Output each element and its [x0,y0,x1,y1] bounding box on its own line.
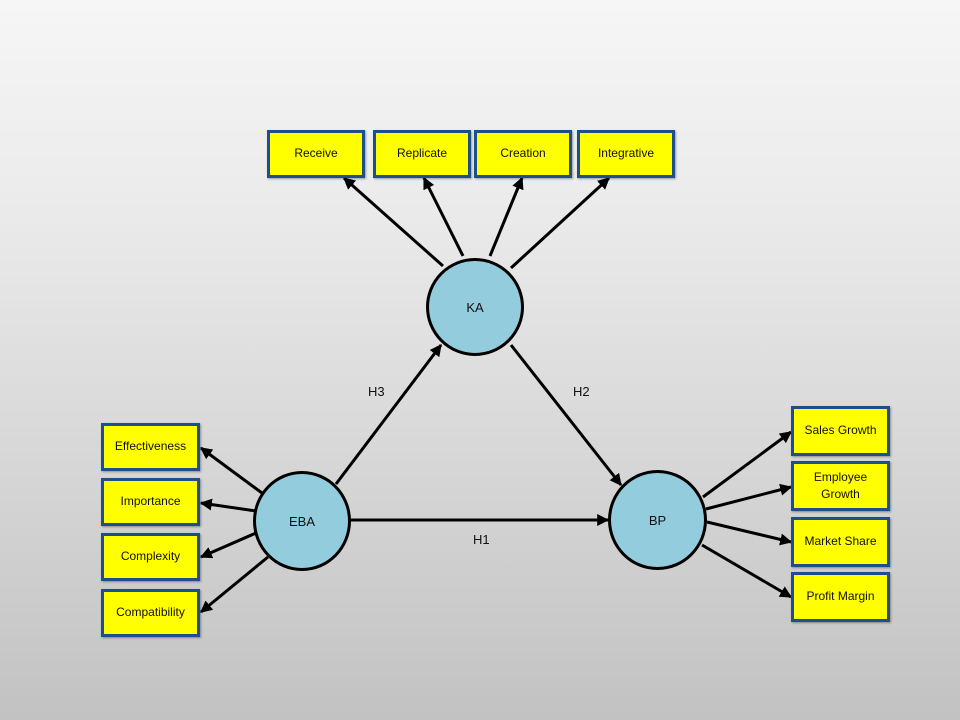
arrow-bp-market-share [706,520,793,546]
arrow-eba-compatibility [200,555,269,614]
indicator-receive: Receive [267,130,365,178]
arrow-ka-receive [343,176,444,268]
indicator-complexity: Complexity [101,533,200,581]
indicator-profit-margin: Profit Margin [791,572,890,622]
arrow-bp-employee-growth [705,483,793,511]
indicator-creation: Creation [474,130,572,178]
indicator-compatibility: Compatibility [101,589,200,637]
construct-bp: BP [608,470,707,570]
arrow-ka-integrative [509,176,611,270]
arrow-eba-effectiveness [200,446,263,495]
indicator-effectiveness: Effectiveness [101,423,200,471]
arrow-eba-complexity [199,531,257,559]
arrow-ka-creation [488,176,524,257]
indicator-market-share: Market Share [791,517,890,567]
arrow-bp-profit-margin [701,543,793,599]
indicator-importance: Importance [101,478,200,526]
indicator-replicate: Replicate [373,130,471,178]
indicator-sales-growth: Sales Growth [791,406,890,456]
arrow-h2-ka-bp [509,344,623,486]
indicator-integrative: Integrative [577,130,675,178]
hypothesis-label-h3: H3 [368,384,385,399]
construct-eba: EBA [253,471,351,571]
indicator-employee-growth: Employee Growth [791,461,890,511]
arrow-ka-replicate [422,176,465,257]
hypothesis-label-h2: H2 [573,384,590,399]
arrow-bp-sales-growth [702,430,792,499]
hypothesis-label-h1: H1 [473,532,490,547]
arrow-eba-importance [199,498,257,513]
construct-ka: KA [426,258,524,356]
arrow-h3-eba-ka [334,344,443,485]
